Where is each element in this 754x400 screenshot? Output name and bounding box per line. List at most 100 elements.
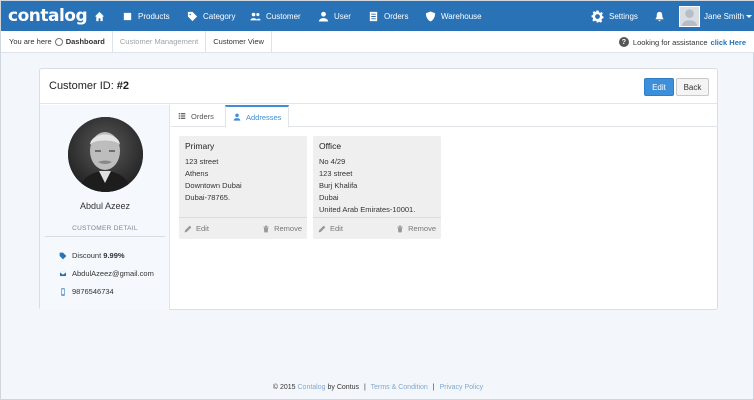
address-line: Dubai — [319, 193, 339, 202]
customer-email: AbdulAzeez@gmail.com — [72, 269, 154, 278]
address-edit-label: Edit — [196, 224, 209, 233]
footer-brand-link[interactable]: Contalog — [298, 384, 326, 391]
footer-terms-link[interactable]: Terms & Condition — [371, 384, 428, 391]
user-silhouette-icon — [681, 8, 698, 26]
nav-customer-label: Customer — [266, 11, 301, 21]
edit-button[interactable]: Edit — [644, 78, 674, 96]
nav-settings-label: Settings — [609, 11, 638, 21]
pencil-icon — [184, 225, 192, 232]
assistance-link[interactable]: click Here — [711, 38, 746, 47]
customer-portrait — [68, 117, 143, 192]
chevron-down-icon — [746, 14, 753, 18]
user-name: Jane Smith — [704, 11, 745, 21]
footer-separator: | — [432, 384, 435, 391]
discount-row: Discount 9.99% — [59, 251, 125, 260]
breadcrumb-customer-view: Customer View — [206, 30, 272, 53]
address-edit-label: Edit — [330, 224, 343, 233]
address-line: 123 street — [319, 169, 353, 178]
address-card-primary: Primary 123 street Athens Downtown Dubai… — [179, 136, 307, 239]
user-icon — [318, 11, 329, 22]
nav-user-label: User — [334, 11, 351, 21]
nav-warehouse-label: Warehouse — [441, 11, 482, 21]
breadcrumb-dashboard[interactable]: Dashboard — [66, 37, 105, 46]
trash-icon — [397, 225, 403, 232]
nav-orders[interactable]: Orders — [368, 1, 408, 31]
tab-orders-label: Orders — [191, 111, 214, 121]
footer-by: by Contus — [327, 384, 360, 391]
notifications-button[interactable] — [654, 1, 670, 31]
footer-separator: | — [363, 384, 366, 391]
address-line: Downtown Dubai — [185, 181, 242, 190]
address-line: 123 street — [185, 157, 219, 166]
nav-orders-label: Orders — [384, 11, 409, 21]
nav-category[interactable]: Category — [187, 1, 235, 31]
address-actions: Edit Remove — [313, 217, 441, 239]
customer-id-label: Customer ID: — [49, 80, 114, 92]
address-title: Office — [319, 141, 342, 151]
envelope-icon — [59, 270, 67, 277]
address-remove-button[interactable]: Remove — [262, 224, 302, 233]
orders-icon — [369, 11, 378, 21]
tab-orders[interactable]: Orders — [171, 105, 221, 127]
back-button[interactable]: Back — [676, 78, 709, 96]
nav-products-label: Products — [138, 11, 170, 21]
tab-addresses[interactable]: Addresses — [225, 105, 290, 128]
customer-panel: Customer ID: #2 Edit Back Abdul Azeez CU… — [39, 68, 718, 310]
customer-photo — [68, 117, 143, 192]
shield-icon — [425, 10, 436, 22]
address-edit-button[interactable]: Edit — [318, 224, 343, 233]
nav-warehouse[interactable]: Warehouse — [425, 1, 482, 31]
pencil-icon — [318, 225, 326, 232]
tag-icon — [187, 11, 198, 21]
address-title: Primary — [185, 141, 215, 151]
customer-id-value: #2 — [116, 80, 130, 92]
nav-products[interactable]: Products — [122, 1, 170, 31]
breadcrumb-prefix: You are here — [9, 37, 52, 46]
tab-bar: Orders Addresses — [171, 105, 718, 128]
breadcrumb: You are here Dashboard Customer Manageme… — [1, 30, 754, 53]
app-logo[interactable]: contalog — [1, 6, 88, 26]
address-remove-label: Remove — [274, 224, 302, 233]
avatar — [679, 5, 700, 27]
address-remove-button[interactable]: Remove — [396, 224, 436, 233]
discount-value: 9.99% — [103, 251, 125, 260]
nav-home[interactable] — [94, 1, 110, 31]
list-icon — [178, 113, 186, 119]
user-menu[interactable]: Jane Smith — [679, 1, 753, 31]
nav-settings[interactable]: Settings — [591, 1, 638, 31]
customer-name: Abdul Azeez — [79, 201, 131, 211]
bell-icon — [655, 11, 664, 21]
footer: © 2015 Contalog by Contus | Terms & Cond… — [1, 384, 754, 391]
assistance: ? Looking for assistance click Here — [618, 31, 746, 53]
nav-customer[interactable]: Customer — [250, 1, 301, 31]
footer-copyright: © 2015 — [272, 384, 296, 391]
breadcrumb-location: You are here Dashboard — [1, 30, 113, 53]
customer-detail-heading: CUSTOMER DETAIL — [45, 225, 165, 237]
trash-icon — [263, 225, 269, 232]
phone-row: 9876546734 — [59, 287, 114, 296]
address-line: No 4/29 — [319, 157, 346, 166]
assistance-text: Looking for assistance — [632, 37, 708, 47]
clock-icon — [54, 37, 63, 46]
tab-addresses-label: Addresses — [246, 112, 282, 122]
address-actions: Edit Remove — [179, 217, 307, 239]
user-icon — [233, 113, 241, 121]
address-line: Dubai-78765. — [185, 193, 231, 202]
panel-title: Customer ID: #2 — [40, 69, 717, 104]
nav-category-label: Category — [203, 11, 236, 21]
breadcrumb-customer-management[interactable]: Customer Management — [113, 30, 207, 53]
address-line: United Arab Emirates-10001. — [319, 205, 416, 214]
users-icon — [250, 12, 261, 20]
nav-user[interactable]: User — [318, 1, 351, 31]
help-icon: ? — [618, 37, 629, 47]
mobile-icon — [61, 287, 65, 296]
address-edit-button[interactable]: Edit — [184, 224, 209, 233]
customer-phone: 9876546734 — [72, 287, 114, 296]
address-line: Burj Khalifa — [319, 181, 358, 190]
gear-icon — [591, 10, 604, 23]
footer-privacy-link[interactable]: Privacy Policy — [440, 384, 484, 391]
address-card-office: Office No 4/29 123 street Burj Khalifa D… — [313, 136, 441, 239]
address-remove-label: Remove — [408, 224, 436, 233]
products-icon — [123, 12, 132, 20]
address-line: Athens — [185, 169, 209, 178]
